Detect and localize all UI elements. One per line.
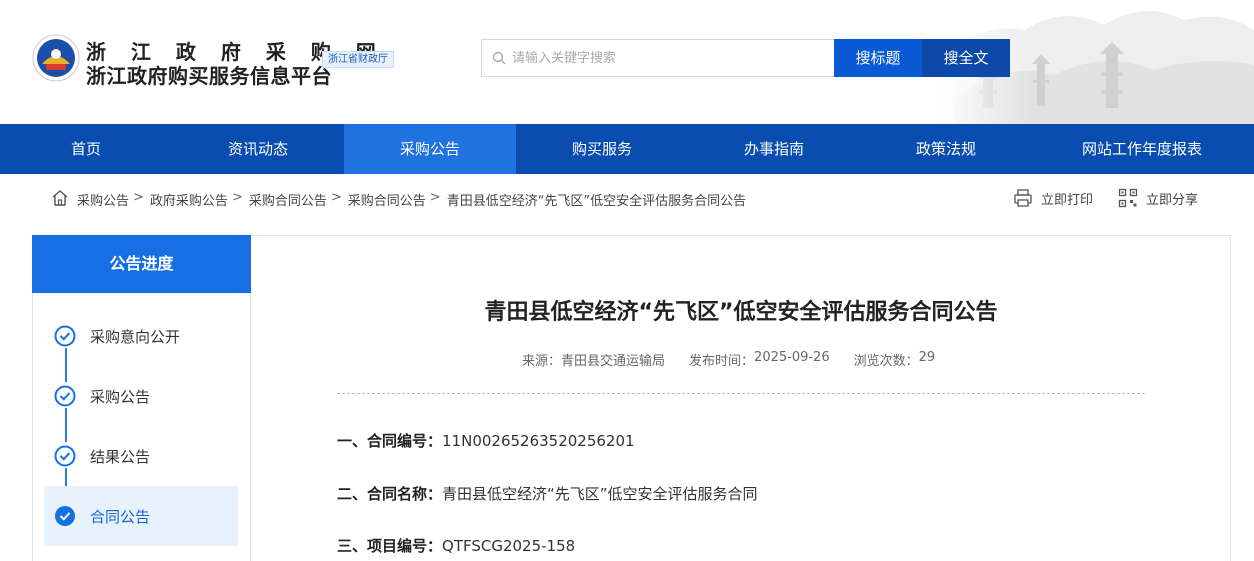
breadcrumb-separator: > [133,190,144,205]
nav-item-guide[interactable]: 办事指南 [688,124,860,174]
step-label: 合同公告 [90,508,151,526]
share-button[interactable]: 立即分享 [1118,188,1198,208]
printer-icon [1014,189,1032,207]
breadcrumb-separator: > [330,190,342,205]
field-value: QTFSCG2025-158 [442,537,576,555]
check-circle-icon [54,445,76,467]
qrcode-icon [1118,188,1138,208]
check-circle-icon [54,385,76,407]
article-title: 青田县低空经济“先飞区”低空安全评估服务合同公告 [484,300,998,325]
search-box [481,39,835,77]
field-key: 一、合同编号： [337,432,443,450]
step-contract-notice[interactable]: 合同公告 [44,486,238,546]
nav-item-purchase-services[interactable]: 购买服务 [516,124,688,174]
search-title-button[interactable]: 搜标题 [834,39,922,77]
views-count: 29 [918,350,936,365]
emblem-icon [32,34,80,82]
print-button[interactable]: 立即打印 [1013,188,1093,208]
share-label: 立即分享 [1146,192,1199,208]
divider [337,393,1145,394]
field-key: 三、项目编号： [337,537,443,555]
check-circle-icon [54,325,76,347]
breadcrumb-link[interactable]: 政府采购公告 [150,190,228,209]
contract-name-row: 二、合同名称：青田县低空经济“先飞区”低空安全评估服务合同 [337,483,758,504]
project-number-row: 三、项目编号：QTFSCG2025-158 [337,535,575,556]
article-meta: 来源： 青田县交通运输局 发布时间： 2025-09-26 浏览次数： 29 [522,350,935,369]
dept-badge: 浙江省财政厅 [322,51,394,68]
source-label: 来源： [522,354,562,369]
step-result-notice[interactable]: 结果公告 [44,426,238,486]
breadcrumb: 采购公告 > 政府采购公告 > 采购合同公告 > 采购合同公告 > 青田县低空经济“先飞… [77,190,746,209]
contract-number-row: 一、合同编号：11N00265263520256201 [337,430,635,451]
search-fulltext-button[interactable]: 搜全文 [922,39,1010,77]
check-circle-filled-icon [55,506,75,526]
nav-item-news[interactable]: 资讯动态 [172,124,344,174]
nav-item-procurement-notices[interactable]: 采购公告 [344,124,516,174]
article-panel [251,235,1231,561]
breadcrumb-link[interactable]: 采购合同公告 [249,190,327,209]
field-value: 青田县低空经济“先飞区”低空安全评估服务合同 [442,485,758,503]
step-procurement-notice[interactable]: 采购公告 [44,366,238,426]
step-label: 采购意向公开 [90,328,181,346]
nav-item-annual-report[interactable]: 网站工作年度报表 [1032,124,1252,174]
print-label: 立即打印 [1041,192,1094,208]
nav-item-policies[interactable]: 政策法规 [860,124,1032,174]
nav-item-home[interactable]: 首页 [0,124,172,174]
breadcrumb-separator: > [231,190,243,205]
breadcrumb-link[interactable]: 采购合同公告 [348,190,426,209]
main-nav: 首页 资讯动态 采购公告 购买服务 办事指南 政策法规 网站工作年度报表 [0,124,1254,174]
home-icon[interactable] [51,189,69,207]
step-label: 采购公告 [90,388,151,406]
breadcrumb-separator: > [429,190,441,205]
publish-date: 2025-09-26 [754,350,830,365]
field-value: 11N00265263520256201 [442,432,635,450]
step-label: 结果公告 [90,448,151,466]
breadcrumb-link[interactable]: 采购公告 [77,190,129,209]
search-icon [492,51,506,65]
publish-label: 发布时间： [689,354,755,369]
field-key: 二、合同名称： [337,485,443,503]
sidebar-title: 公告进度 [32,235,251,293]
views-label: 浏览次数： [853,354,919,369]
search-input[interactable] [512,40,822,76]
site-subtitle: 浙江政府购买服务信息平台 [86,64,332,88]
breadcrumb-current: 青田县低空经济“先飞区”低空安全评估服务合同公告 [446,194,747,209]
source-value: 青田县交通运输局 [561,354,666,369]
